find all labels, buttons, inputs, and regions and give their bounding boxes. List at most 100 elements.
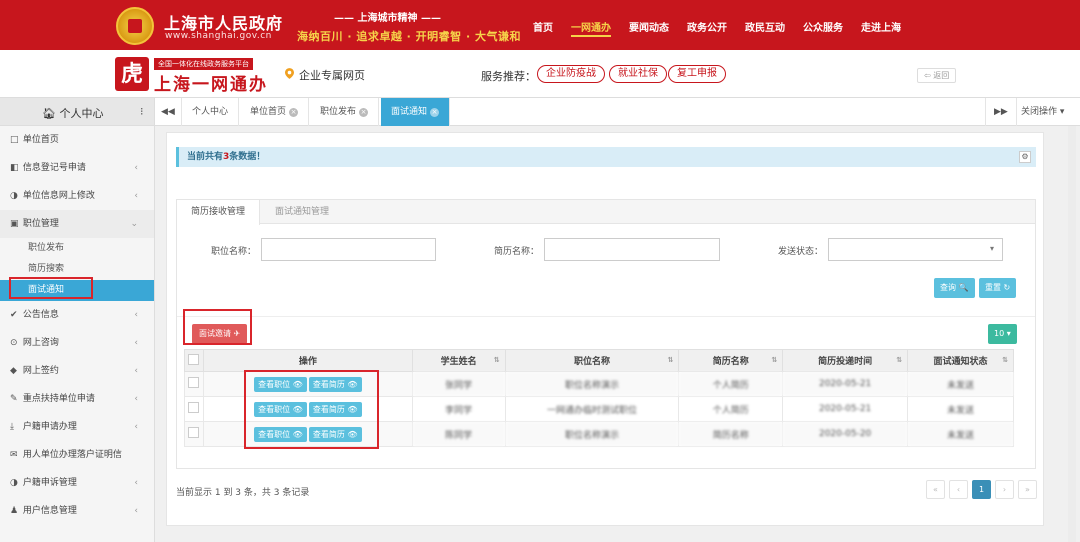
sort-icon: ⇅ xyxy=(771,356,778,364)
top-nav-home[interactable]: 首页 xyxy=(524,19,562,34)
send-status-select[interactable] xyxy=(828,238,1003,261)
close-operations-dropdown[interactable]: 关闭操作 ▾ xyxy=(1011,98,1074,126)
checkbox xyxy=(188,377,200,388)
gov-url: www.shanghai.gov.cn xyxy=(165,31,272,41)
sidebar-item-unit-info-edit[interactable]: ◑ 单位信息网上修改 ‹ xyxy=(0,182,154,210)
alert-prefix: 当前共有 xyxy=(187,152,224,162)
page-1-button[interactable]: 1 xyxy=(972,480,991,499)
prev-page-button[interactable]: ‹ xyxy=(949,480,968,499)
service-pill-epidemic[interactable]: 企业防疫战 xyxy=(537,65,605,83)
col-label: 面试通知状态 xyxy=(933,357,988,367)
sidebar-item-user-info[interactable]: ♟ 用户信息管理 ‹ xyxy=(0,497,154,525)
cell-notice-status: 未发送 xyxy=(907,371,1014,397)
sidebar-item-online-sign[interactable]: ◆ 网上签约 ‹ xyxy=(0,357,154,385)
divider xyxy=(177,316,1035,317)
service-pill-social-security[interactable]: 就业社保 xyxy=(609,65,667,83)
back-button[interactable]: ⇦ 返回 xyxy=(917,68,957,83)
row-checkbox[interactable] xyxy=(184,371,204,397)
close-icon[interactable]: × xyxy=(289,108,299,117)
tabs-prev-icon[interactable]: ◀◀ xyxy=(155,98,182,126)
highlight-box-actions xyxy=(244,370,379,449)
sidebar-item-label: 网上咨询 xyxy=(22,338,59,348)
service-pill-resume-work[interactable]: 复工申报 xyxy=(668,65,726,83)
sidebar-item-label: 户籍申诉管理 xyxy=(22,478,77,488)
highlight-box-invite xyxy=(183,309,252,345)
top-nav-news[interactable]: 要闻动态 xyxy=(620,19,678,34)
reset-button[interactable]: 重置 ↻ xyxy=(979,278,1017,298)
tab-resume-receive[interactable]: 简历接收管理 xyxy=(177,200,261,225)
top-nav-open-gov[interactable]: 政务公开 xyxy=(678,19,736,34)
first-page-button[interactable]: « xyxy=(926,480,945,499)
tab-personal-center[interactable]: 个人中心 xyxy=(182,98,240,126)
close-icon[interactable]: × xyxy=(430,108,440,117)
select-all-checkbox[interactable] xyxy=(184,349,204,372)
tab-interview-manage[interactable]: 面试通知管理 xyxy=(261,200,343,224)
sidebar-menu-icon[interactable]: ⁝ xyxy=(140,105,144,118)
cell-student-name: 张同学 xyxy=(411,371,506,397)
sidebar-item-hukou-apply[interactable]: ⤓ 户籍申请办理 ‹ xyxy=(0,413,154,441)
cell-resume-name: 个人简历 xyxy=(678,396,784,422)
col-student-name[interactable]: 学生姓名 ⇅ xyxy=(411,349,506,372)
next-page-button[interactable]: › xyxy=(995,480,1014,499)
platform-logo-icon: 虎 xyxy=(115,57,149,91)
last-page-button[interactable]: » xyxy=(1018,480,1037,499)
tab-unit-home[interactable]: 单位首页 × xyxy=(240,98,310,126)
user-icon: ♟ xyxy=(10,506,19,516)
sidebar-item-label: 单位首页 xyxy=(22,135,59,145)
row-checkbox[interactable] xyxy=(184,421,204,447)
gear-icon[interactable]: ⚙ xyxy=(1019,151,1031,163)
sort-icon: ⇅ xyxy=(896,356,903,364)
sidebar-item-registration[interactable]: ◧ 信息登记号申请 ‹ xyxy=(0,154,154,182)
resume-name-label: 简历名称： xyxy=(494,247,540,257)
tab-interview-notice[interactable]: 面试通知 × xyxy=(381,98,451,126)
checkbox xyxy=(188,427,200,438)
enterprise-page-link[interactable]: 企业专属网页 xyxy=(299,67,365,83)
sidebar-item-support-apply[interactable]: ✎ 重点扶持单位申请 ‹ xyxy=(0,385,154,413)
search-button[interactable]: 查询 🔍 xyxy=(934,278,975,298)
back-label: 返回 xyxy=(933,71,950,80)
chevron-left-icon: ‹ xyxy=(134,191,138,201)
sidebar-item-label: 职位管理 xyxy=(22,219,59,229)
sidebar-item-settle-letter[interactable]: ✉ 用人单位办理落户证明信 xyxy=(0,441,154,469)
top-nav-yiwangtongban[interactable]: 一网通办 xyxy=(562,19,620,37)
close-icon[interactable]: × xyxy=(359,108,369,117)
tab-label: 单位首页 xyxy=(250,107,287,117)
position-name-input[interactable] xyxy=(261,238,436,261)
top-nav: 首页 一网通办 要闻动态 政务公开 政民互动 公众服务 走进上海 xyxy=(524,19,910,37)
sidebar-item-label: 公告信息 xyxy=(22,310,59,320)
cell-student-name: 陈同学 xyxy=(411,421,506,447)
row-checkbox[interactable] xyxy=(184,396,204,422)
tab-label: 职位发布 xyxy=(320,107,357,117)
col-label: 简历名称 xyxy=(712,357,749,367)
top-nav-about-shanghai[interactable]: 走进上海 xyxy=(852,19,910,34)
platform-header: 虎 全国一体化在线政务服务平台 上海一网通办 企业专属网页 服务推荐： 企业防疫… xyxy=(0,50,1080,98)
highlight-box-sidebar xyxy=(9,277,93,299)
chevron-left-icon: ‹ xyxy=(134,422,138,432)
sidebar-item-label: 用户信息管理 xyxy=(22,506,77,516)
page-scrollbar[interactable] xyxy=(1068,126,1076,542)
sidebar-item-hukou-appeal[interactable]: ◑ 户籍申诉管理 ‹ xyxy=(0,469,154,497)
sidebar-home[interactable]: 🏠︎ 个人中心 xyxy=(42,105,103,121)
sidebar-item-unit-home[interactable]: □ 单位首页 xyxy=(0,126,154,154)
tab-post-position[interactable]: 职位发布 × xyxy=(310,98,380,126)
col-notice-status[interactable]: 面试通知状态 ⇅ xyxy=(907,349,1014,372)
sidebar-item-online-consult[interactable]: ⊙ 网上咨询 ‹ xyxy=(0,329,154,357)
pagination-summary: 当前显示 1 到 3 条，共 3 条记录 xyxy=(176,488,310,498)
resume-name-input[interactable] xyxy=(544,238,720,261)
sidebar-sub-post-position[interactable]: 职位发布 xyxy=(0,238,154,259)
sidebar-header-label: 个人中心 xyxy=(59,107,104,120)
col-position-name[interactable]: 职位名称 ⇅ xyxy=(504,349,680,372)
top-nav-public-service[interactable]: 公众服务 xyxy=(794,19,852,34)
chevron-left-icon: ‹ xyxy=(134,163,138,173)
check-icon: ✔ xyxy=(10,310,18,320)
city-spirit-text: 海纳百川 · 追求卓越 · 开明睿智 · 大气谦和 xyxy=(297,30,522,43)
col-submit-time[interactable]: 简历投递时间 ⇅ xyxy=(782,349,909,372)
top-nav-interaction[interactable]: 政民互动 xyxy=(736,19,794,34)
platform-tag: 全国一体化在线政务服务平台 xyxy=(154,58,253,70)
sidebar-item-position-mgmt[interactable]: ▣ 职位管理 ⌄ xyxy=(0,210,154,238)
col-resume-name[interactable]: 简历名称 ⇅ xyxy=(678,349,784,372)
sort-icon: ⇅ xyxy=(1002,356,1008,364)
page-size-dropdown[interactable]: 10 ▾ xyxy=(988,324,1017,344)
main-content: 当前共有3条数据！ ⚙ 简历接收管理 面试通知管理 职位名称： 简历名称： 发送… xyxy=(166,132,1044,526)
sidebar-item-announcements[interactable]: ✔ 公告信息 ‹ xyxy=(0,301,154,329)
